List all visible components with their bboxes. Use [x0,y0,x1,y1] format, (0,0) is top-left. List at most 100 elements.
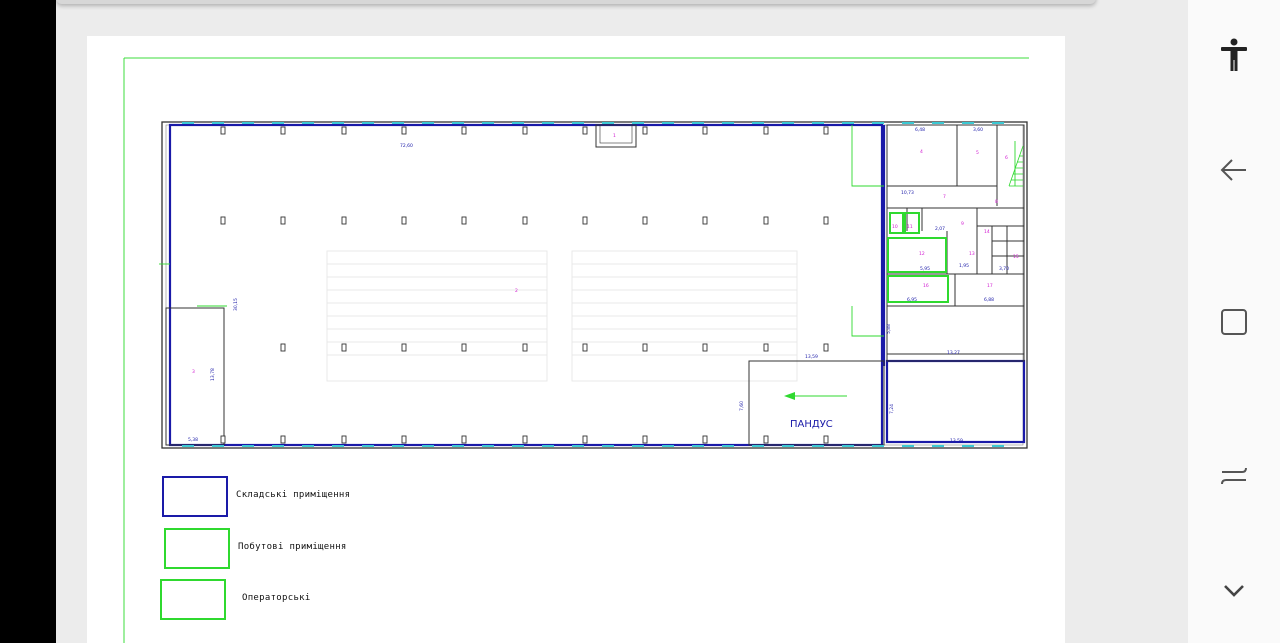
column-marker [461,343,467,352]
column-marker [280,216,286,225]
column-marker [702,216,708,225]
column-marker [702,126,708,135]
back-button[interactable] [1214,150,1254,190]
column-marker [341,343,347,352]
dim-room-h: 3,70 [999,266,1009,272]
dim-room-a: 6,48 [915,127,925,133]
collapse-button[interactable] [1214,570,1254,610]
legend-label-operator: Операторські [242,593,311,603]
column-marker [823,343,829,352]
column-marker [341,435,347,444]
document-viewer[interactable]: ПАНДУС 72,60 30,15 13,78 5,38 13,59 7,60… [56,0,1188,643]
column-marker [401,126,407,135]
column-marker [642,216,648,225]
column-marker [823,435,829,444]
column-marker [522,435,528,444]
room-tag: 13 [969,251,975,257]
column-marker [461,126,467,135]
room-tag: 6 [1005,155,1008,161]
column-marker [763,216,769,225]
dim-lower-room-width: 13,59 [950,438,963,444]
column-marker [763,126,769,135]
column-marker [280,435,286,444]
column-marker [582,126,588,135]
recent-apps-icon [1221,467,1247,485]
column-marker [522,343,528,352]
column-marker [582,216,588,225]
dim-lower-room-height: 7,24 [889,404,895,414]
column-marker [642,126,648,135]
dim-room-b: 3,60 [973,127,983,133]
room-tag: 3 [192,369,195,375]
chevron-down-icon [1224,585,1244,597]
room-tag: 14 [984,229,990,235]
dim-mid-room-width: 13,27 [947,350,960,356]
room-tag: 2 [515,288,518,294]
column-marker [220,216,226,225]
column-marker [522,126,528,135]
dim-top-length: 72,60 [400,143,413,149]
column-marker [823,216,829,225]
room-tag: 7 [943,194,946,200]
document-page[interactable]: ПАНДУС 72,60 30,15 13,78 5,38 13,59 7,60… [87,36,1065,643]
dim-ramp-height: 7,60 [739,401,745,411]
dim-room-f: 6,95 [907,297,917,303]
dim-mid-room-height: 5,88 [886,324,892,334]
dim-room-i: 1,95 [959,263,969,269]
accessibility-icon [1221,38,1247,71]
dim-ramp-top: 13,59 [805,354,818,360]
toolbar-edge [56,0,1096,4]
room-tag: 12 [919,251,925,257]
navigation-bar [1188,0,1280,643]
dim-side-room-width: 5,38 [188,437,198,443]
recent-apps-button[interactable] [1214,456,1254,496]
column-marker [582,435,588,444]
legend-label-warehouse: Складські приміщення [236,490,351,500]
room-tag: 10 [892,224,898,230]
room-tag: 15 [1013,254,1019,260]
legend-swatch-operator [160,579,226,620]
dim-side-room-height: 13,78 [210,368,216,381]
column-marker [401,216,407,225]
home-button[interactable] [1214,302,1254,342]
column-marker [763,435,769,444]
legend-label-domestic: Побутові приміщення [238,542,347,552]
column-marker [280,126,286,135]
column-marker [823,126,829,135]
room-tag: 17 [987,283,993,289]
column-marker [522,216,528,225]
floor-plan-drawing: ПАНДУС 72,60 30,15 13,78 5,38 13,59 7,60… [123,57,1029,643]
legend-swatch-warehouse [162,476,228,517]
column-marker [461,435,467,444]
legend-swatch-domestic [164,528,230,569]
column-marker [280,343,286,352]
column-marker [763,343,769,352]
column-marker [582,343,588,352]
room-tag: 4 [920,149,923,155]
dim-room-c: 10,73 [901,190,914,196]
room-tag: 16 [923,283,929,289]
column-marker [220,435,226,444]
room-tag: 1 [613,133,616,139]
dim-left-height: 30,15 [233,298,239,311]
dim-room-d: 2,07 [935,226,945,232]
dim-room-g: 6,88 [984,297,994,303]
back-arrow-icon [1220,159,1246,181]
ramp-label: ПАНДУС [790,419,833,430]
room-tag: 5 [976,150,979,156]
column-marker [642,435,648,444]
column-marker [220,126,226,135]
dim-room-e: 5,95 [920,266,930,272]
column-marker [702,343,708,352]
room-tag: 8 [995,199,998,205]
column-marker [401,435,407,444]
column-marker [642,343,648,352]
accessibility-button[interactable] [1214,34,1254,74]
column-marker [401,343,407,352]
column-marker [461,216,467,225]
room-tag: 9 [961,221,964,227]
column-marker [341,126,347,135]
column-marker [341,216,347,225]
room-tag: 11 [907,224,913,230]
home-square-icon [1221,309,1247,335]
